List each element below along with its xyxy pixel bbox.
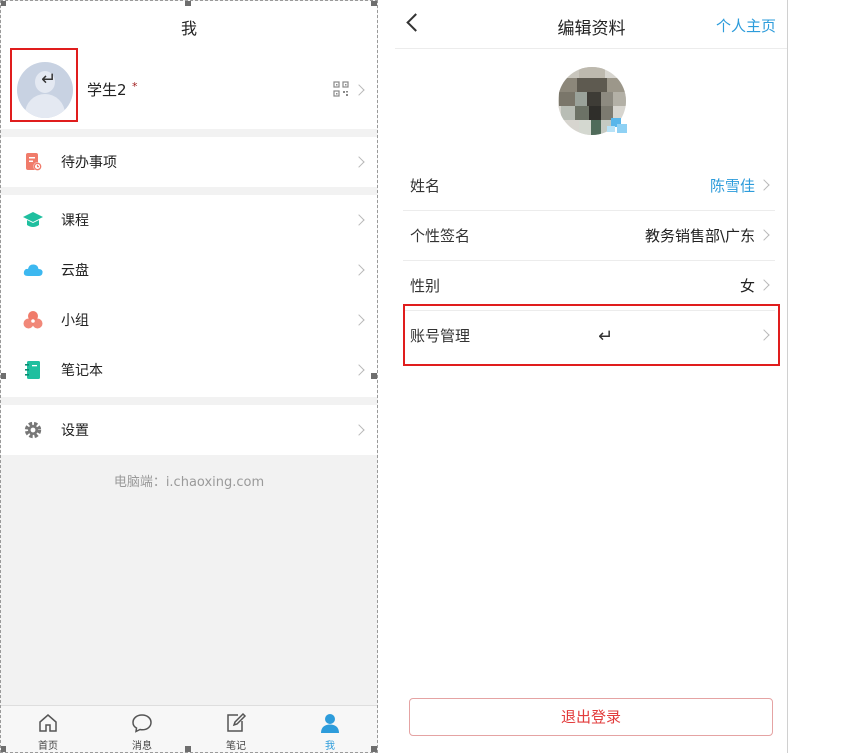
chevron-right-icon	[758, 279, 770, 291]
menu-label: 笔记本	[61, 363, 103, 379]
top-bar: 我	[1, 1, 377, 51]
highlight-box	[10, 48, 78, 122]
chevron-right-icon	[353, 424, 365, 436]
resize-handle[interactable]	[371, 746, 377, 752]
field-value: 女	[739, 277, 755, 295]
menu-group-main: 课程 云盘 小组 笔记本	[1, 195, 377, 397]
profile-avatar[interactable]	[555, 66, 629, 136]
tab-me[interactable]: 我	[283, 706, 377, 752]
resize-handle[interactable]	[371, 373, 377, 379]
tab-home[interactable]: 首页	[1, 706, 95, 752]
tab-label: 消息	[132, 741, 152, 752]
chevron-right-icon	[353, 84, 365, 96]
notebook-icon	[25, 361, 40, 379]
resize-handle[interactable]	[371, 1, 377, 6]
course-cap-icon	[23, 212, 43, 227]
cloud-icon	[23, 264, 43, 276]
message-icon	[132, 714, 152, 733]
tab-label: 我	[325, 741, 335, 752]
menu-item-notebook[interactable]: 笔记本	[1, 345, 377, 395]
page-title: 我	[180, 19, 197, 38]
logout-button[interactable]: 退出登录	[409, 698, 773, 736]
menu-item-todo[interactable]: 待办事项	[1, 137, 377, 187]
resize-handle[interactable]	[1, 1, 6, 6]
menu-group-todo: 待办事项	[1, 137, 377, 187]
chevron-right-icon	[353, 314, 365, 326]
menu-label: 课程	[61, 213, 89, 229]
menu-label: 设置	[61, 423, 89, 439]
tab-label: 首页	[38, 741, 58, 752]
field-label: 个性签名	[410, 227, 471, 245]
chevron-right-icon	[353, 156, 365, 168]
group-icon	[23, 311, 43, 329]
resize-handle[interactable]	[1, 373, 6, 379]
field-label: 姓名	[410, 177, 441, 195]
chevron-right-icon	[353, 264, 365, 276]
name-mark: *	[132, 80, 138, 93]
user-name: 学生2	[87, 81, 127, 99]
chevron-right-icon	[758, 179, 770, 191]
field-value: 教务销售部\广东	[644, 227, 755, 245]
me-person-icon	[321, 714, 339, 733]
menu-label: 小组	[61, 313, 89, 329]
divider	[787, 0, 788, 753]
note-edit-icon	[227, 712, 247, 732]
menu-item-cloud[interactable]: 云盘	[1, 245, 377, 295]
resize-handle[interactable]	[1, 746, 6, 752]
menu-item-settings[interactable]: 设置	[1, 405, 377, 455]
tab-label: 笔记	[226, 741, 246, 752]
menu-label: 待办事项	[61, 155, 117, 171]
desktop-url-note: 电脑端：i.chaoxing.com	[113, 475, 265, 490]
home-icon	[39, 714, 57, 732]
resize-handle[interactable]	[185, 1, 191, 6]
tab-messages[interactable]: 消息	[95, 706, 189, 752]
chevron-right-icon	[758, 229, 770, 241]
my-profile-screen: 我 ↵ 学生2 * 待办事项 课程 云盘 小组 笔记本 设置 电脑端：i.cha…	[0, 0, 378, 753]
menu-item-group[interactable]: 小组	[1, 295, 377, 345]
todo-icon	[26, 153, 42, 171]
top-bar: 编辑资料 个人主页	[395, 0, 788, 49]
menu-item-course[interactable]: 课程	[1, 195, 377, 245]
field-label: 性别	[410, 277, 441, 295]
settings-gear-icon	[24, 421, 42, 439]
menu-group-settings: 设置	[1, 405, 377, 455]
chevron-right-icon	[353, 364, 365, 376]
personal-homepage-link[interactable]: 个人主页	[716, 15, 776, 36]
resize-handle[interactable]	[185, 746, 191, 752]
qr-code-icon[interactable]	[333, 81, 349, 97]
edit-profile-screen: 编辑资料 个人主页 姓名 陈雪佳 个性签名 教务销售部\广东 性别 女 账号管理…	[395, 0, 788, 753]
field-name[interactable]: 姓名 陈雪佳	[403, 160, 775, 211]
tab-notes[interactable]: 笔记	[189, 706, 283, 752]
field-signature[interactable]: 个性签名 教务销售部\广东	[403, 210, 775, 261]
chevron-right-icon	[353, 214, 365, 226]
menu-label: 云盘	[61, 263, 89, 279]
field-value: 陈雪佳	[709, 177, 755, 195]
highlight-box	[403, 304, 780, 366]
